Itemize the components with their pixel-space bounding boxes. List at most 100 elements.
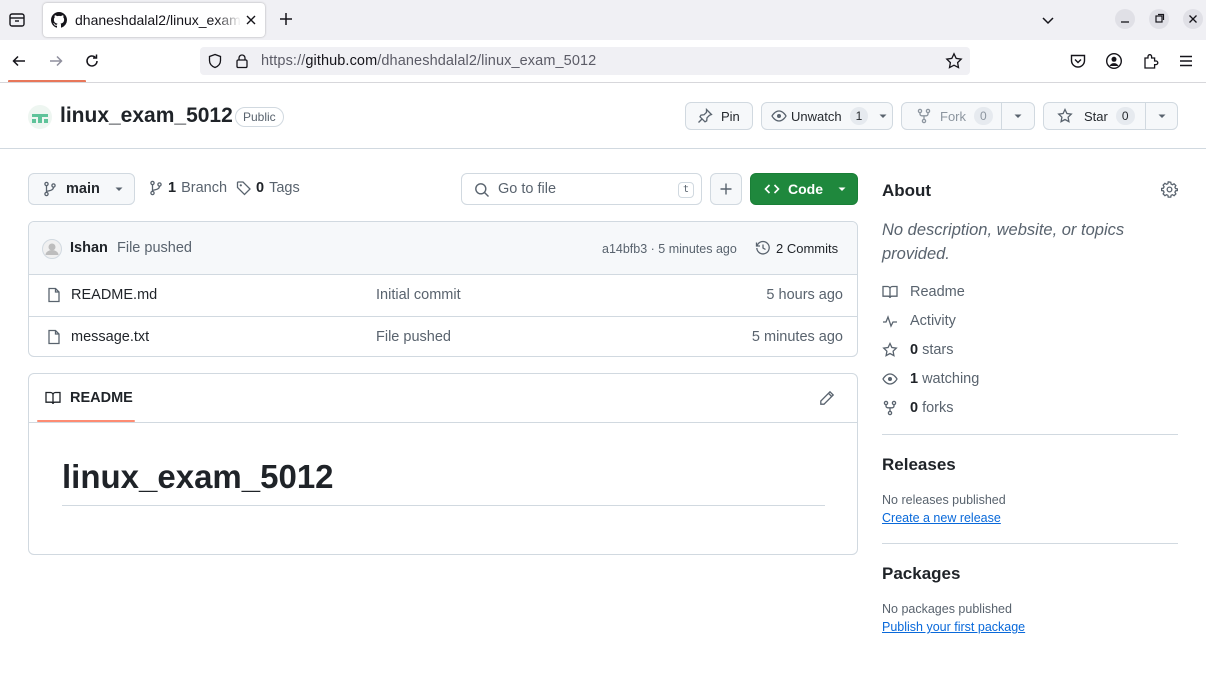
packages-heading[interactable]: Packages bbox=[882, 564, 960, 584]
fork-dropdown-chevron-icon[interactable] bbox=[1013, 111, 1023, 121]
file-name-link[interactable]: README.md bbox=[71, 287, 157, 303]
new-tab-icon[interactable] bbox=[278, 11, 294, 27]
commit-author[interactable]: Ishan bbox=[70, 240, 108, 256]
forks-count: 0 bbox=[910, 400, 919, 416]
releases-empty-text: No releases published bbox=[882, 493, 1006, 507]
commit-message[interactable]: File pushed bbox=[117, 240, 192, 256]
bookmark-star-icon[interactable] bbox=[945, 52, 963, 70]
about-stars-link[interactable]: 0 stars bbox=[882, 340, 954, 360]
extensions-icon[interactable] bbox=[1142, 52, 1160, 70]
sidebar-divider bbox=[882, 434, 1178, 435]
shortcut-hint: t bbox=[678, 182, 694, 198]
account-icon[interactable] bbox=[1105, 52, 1123, 70]
about-description: No description, website, or topics provi… bbox=[882, 221, 1125, 263]
fork-button[interactable]: Fork 0 bbox=[901, 102, 1035, 130]
repo-header: linux_exam_5012 Public Pin Unwatch 1 For… bbox=[0, 86, 1206, 149]
file-row[interactable]: message.txt File pushed 5 minutes ago bbox=[29, 316, 857, 356]
readme-tab-divider bbox=[29, 422, 857, 423]
about-forks-link[interactable]: 0 forks bbox=[882, 398, 954, 418]
releases-heading[interactable]: Releases bbox=[882, 455, 956, 475]
about-heading: About bbox=[882, 181, 932, 200]
restore-window-icon[interactable] bbox=[1149, 9, 1169, 29]
forward-arrow-icon[interactable] bbox=[48, 53, 64, 69]
tab-overview-icon[interactable] bbox=[8, 11, 26, 29]
file-icon bbox=[46, 287, 62, 303]
stars-label: stars bbox=[922, 342, 954, 358]
branches-link[interactable]: 1 Branch bbox=[148, 180, 227, 196]
visibility-badge: Public bbox=[235, 107, 284, 127]
unwatch-button[interactable]: Unwatch 1 bbox=[761, 102, 893, 130]
add-file-button[interactable] bbox=[710, 173, 742, 205]
minimize-window-icon[interactable] bbox=[1115, 9, 1135, 29]
commits-link[interactable]: 2 Commits bbox=[755, 240, 838, 256]
url-text[interactable]: https://github.com/dhaneshdalal2/linux_e… bbox=[261, 53, 596, 69]
tab-title: dhaneshdalal2/linux_exam_5012 bbox=[75, 12, 241, 28]
book-icon bbox=[882, 284, 910, 300]
pocket-icon[interactable] bbox=[1069, 52, 1087, 70]
file-commit-message[interactable]: File pushed bbox=[376, 329, 451, 345]
readme-tab-underline bbox=[37, 420, 135, 422]
github-favicon-icon bbox=[51, 12, 67, 28]
app-menu-icon[interactable] bbox=[1178, 53, 1194, 69]
address-bar[interactable]: https://github.com/dhaneshdalal2/linux_e… bbox=[200, 47, 970, 75]
code-button[interactable]: Code bbox=[750, 173, 858, 205]
go-to-file-placeholder: Go to file bbox=[498, 181, 557, 197]
about-readme-link[interactable]: Readme bbox=[882, 282, 965, 302]
commit-hash-time[interactable]: a14bfb3 · 5 minutes ago bbox=[602, 242, 737, 256]
eye-icon bbox=[771, 108, 787, 124]
author-avatar[interactable] bbox=[42, 239, 62, 259]
history-icon bbox=[755, 240, 771, 256]
git-branch-icon bbox=[148, 180, 164, 196]
file-commit-message[interactable]: Initial commit bbox=[376, 287, 461, 303]
star-dropdown-chevron-icon[interactable] bbox=[1157, 111, 1167, 121]
chevron-down-icon bbox=[114, 184, 124, 194]
fork-count: 0 bbox=[974, 107, 993, 125]
close-window-icon[interactable] bbox=[1183, 9, 1203, 29]
close-tab-icon[interactable] bbox=[245, 14, 257, 26]
readme-heading-rule bbox=[62, 505, 825, 506]
file-name-link[interactable]: message.txt bbox=[71, 329, 149, 345]
latest-commit-bar: Ishan File pushed a14bfb3 · 5 minutes ag… bbox=[29, 222, 857, 275]
plus-icon bbox=[718, 181, 734, 197]
pin-button[interactable]: Pin bbox=[685, 102, 753, 130]
repo-name-link[interactable]: linux_exam_5012 bbox=[60, 104, 233, 128]
branch-name: main bbox=[66, 181, 100, 197]
gear-icon[interactable] bbox=[1161, 181, 1178, 198]
file-row[interactable]: README.md Initial commit 5 hours ago bbox=[29, 275, 857, 316]
about-watching-link[interactable]: 1 watching bbox=[882, 369, 979, 389]
branch-selector[interactable]: main bbox=[28, 173, 135, 205]
tracking-shield-icon[interactable] bbox=[207, 53, 223, 69]
back-arrow-icon[interactable] bbox=[11, 53, 27, 69]
go-to-file-input[interactable]: Go to file t bbox=[461, 173, 702, 205]
tab-list-chevron-icon[interactable] bbox=[1040, 12, 1056, 28]
owner-avatar[interactable] bbox=[28, 105, 52, 129]
pulse-icon bbox=[882, 313, 910, 329]
reload-icon[interactable] bbox=[84, 53, 100, 69]
fork-icon bbox=[882, 400, 910, 416]
about-activity-link[interactable]: Activity bbox=[882, 311, 956, 331]
code-icon bbox=[764, 181, 780, 197]
tag-icon bbox=[236, 180, 252, 196]
readme-heading: linux_exam_5012 bbox=[62, 458, 334, 495]
browser-nav-bar: https://github.com/dhaneshdalal2/linux_e… bbox=[0, 40, 1206, 82]
tags-link[interactable]: 0 Tags bbox=[236, 180, 300, 196]
edit-pencil-icon[interactable] bbox=[819, 390, 835, 406]
stars-count: 0 bbox=[910, 342, 919, 358]
search-icon bbox=[474, 182, 490, 198]
star-icon bbox=[882, 342, 910, 358]
sidebar-divider bbox=[882, 543, 1178, 544]
pin-label: Pin bbox=[721, 108, 740, 124]
star-button[interactable]: Star 0 bbox=[1043, 102, 1178, 130]
file-table: Ishan File pushed a14bfb3 · 5 minutes ag… bbox=[28, 221, 858, 357]
star-icon bbox=[1057, 108, 1073, 124]
publish-package-link[interactable]: Publish your first package bbox=[882, 620, 1025, 634]
lock-icon[interactable] bbox=[234, 53, 250, 69]
file-icon bbox=[46, 329, 62, 345]
browser-tab[interactable]: dhaneshdalal2/linux_exam_5012 bbox=[43, 3, 265, 37]
create-release-link[interactable]: Create a new release bbox=[882, 511, 1001, 525]
star-label: Star bbox=[1084, 108, 1108, 124]
git-branch-icon bbox=[42, 181, 58, 197]
readme-tab[interactable]: README bbox=[45, 390, 133, 406]
commits-count-label: 2 Commits bbox=[776, 240, 839, 256]
star-split-divider bbox=[1145, 103, 1146, 129]
